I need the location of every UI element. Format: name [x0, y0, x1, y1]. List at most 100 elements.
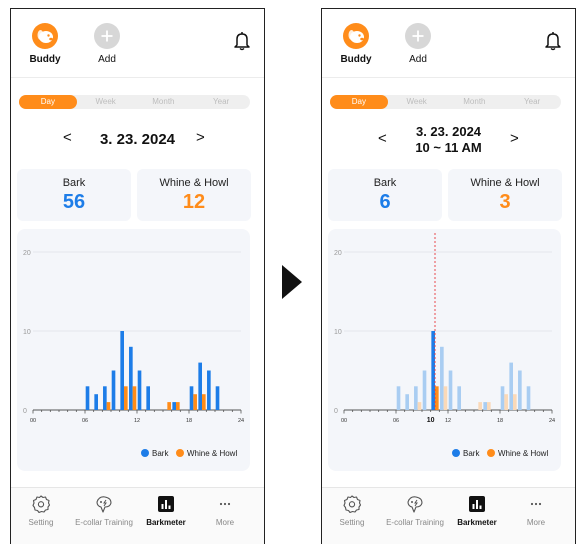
whine-bar[interactable] [106, 402, 111, 410]
bar-chart-icon [141, 494, 191, 514]
bell-icon[interactable] [545, 31, 561, 56]
bark-bar[interactable] [396, 386, 401, 410]
add-pet-button[interactable]: Add [87, 23, 127, 65]
period-tab-day[interactable]: Day [19, 95, 77, 109]
whine-bar[interactable] [176, 402, 180, 410]
bark-label: Bark [62, 177, 86, 189]
legend-bark-swatch [141, 449, 149, 457]
whine-bar[interactable] [443, 386, 448, 410]
add-pet-label: Add [98, 54, 116, 65]
x-tick-label: 00 [30, 418, 36, 424]
nav-barkmeter-label: Barkmeter [457, 518, 497, 527]
nav-setting[interactable]: Setting [332, 494, 372, 527]
whine-bar[interactable] [124, 386, 128, 410]
nav-barkmeter-label: Barkmeter [146, 518, 186, 527]
whine-bar[interactable] [202, 394, 206, 410]
whine-bar[interactable] [193, 394, 197, 410]
bell-icon[interactable] [234, 31, 250, 56]
bark-bar[interactable] [448, 370, 453, 411]
more-dots-icon [205, 494, 245, 514]
bark-bar[interactable] [457, 386, 461, 410]
nav-ecollar-training[interactable]: E-collar Training [71, 494, 137, 527]
bark-count-card: Bark 6 [328, 169, 442, 221]
nav-barkmeter[interactable]: Barkmeter [452, 494, 502, 527]
bark-bar[interactable] [198, 362, 202, 410]
bark-bar[interactable] [518, 370, 522, 411]
bark-bar[interactable] [440, 346, 444, 410]
period-tab-month[interactable]: Month [446, 95, 504, 109]
bark-chart[interactable]: 0 10 20 00 06 12 18 24 Bark Whine & Howl [17, 229, 250, 471]
whine-bar[interactable] [487, 402, 491, 410]
bottom-nav: Setting E-collar Training Barkmeter More [322, 487, 575, 544]
legend-bark-swatch [452, 449, 460, 457]
period-tab-year[interactable]: Year [192, 95, 250, 109]
x-tick-label: 12 [445, 418, 451, 424]
nav-more[interactable]: More [205, 494, 245, 527]
whine-bar[interactable] [504, 394, 508, 410]
bark-bar[interactable] [85, 386, 90, 410]
legend-bark-label: Bark [152, 449, 169, 458]
whine-bar[interactable] [132, 386, 137, 410]
whine-count: 3 [499, 191, 511, 213]
whine-count-card: Whine & Howl 12 [137, 169, 251, 221]
whine-bar[interactable] [435, 386, 439, 410]
nav-more-label: More [215, 518, 235, 527]
pet-name-label: Buddy [29, 54, 61, 65]
bark-bar[interactable] [120, 331, 124, 410]
period-tab-week[interactable]: Week [77, 95, 135, 109]
bark-bar[interactable] [526, 386, 531, 410]
bark-bar[interactable] [129, 346, 133, 410]
nav-setting-label: Setting [28, 518, 54, 527]
bark-bar[interactable] [483, 402, 487, 410]
period-tab-month[interactable]: Month [135, 95, 193, 109]
whine-bar[interactable] [513, 394, 517, 410]
period-tab-day[interactable]: Day [330, 95, 388, 109]
ecollar-icon [71, 494, 137, 514]
bark-bar[interactable] [94, 394, 98, 410]
whine-label: Whine & Howl [470, 177, 540, 189]
next-date-button[interactable]: > [196, 129, 205, 146]
pet-name-label: Buddy [340, 54, 372, 65]
bark-bar[interactable] [172, 402, 176, 410]
add-pet-button[interactable]: Add [398, 23, 438, 65]
y-tick-label: 10 [23, 329, 31, 336]
whine-bar[interactable] [167, 402, 171, 410]
bark-bar[interactable] [103, 386, 107, 410]
whine-bar[interactable] [417, 402, 422, 410]
bark-bar[interactable] [137, 370, 142, 411]
bark-bar[interactable] [207, 370, 211, 411]
bark-bar[interactable] [500, 386, 505, 410]
period-selector: Day Week Month Year [19, 95, 250, 109]
bark-bar[interactable] [215, 386, 220, 410]
nav-barkmeter[interactable]: Barkmeter [141, 494, 191, 527]
pet-buddy[interactable]: Buddy [336, 23, 376, 65]
bark-bar[interactable] [509, 362, 513, 410]
pet-header: Buddy Add [11, 9, 264, 78]
nav-setting[interactable]: Setting [21, 494, 61, 527]
bark-bar[interactable] [189, 386, 194, 410]
nav-ecollar-training[interactable]: E-collar Training [382, 494, 448, 527]
period-tab-week[interactable]: Week [388, 95, 446, 109]
period-tab-year[interactable]: Year [503, 95, 561, 109]
bark-bar[interactable] [146, 386, 150, 410]
bark-bar[interactable] [431, 331, 435, 410]
whine-bar[interactable] [478, 402, 482, 410]
legend-whine-swatch [487, 449, 495, 457]
bark-bar[interactable] [111, 370, 116, 411]
x-tick-label: 18 [497, 418, 503, 424]
pet-buddy[interactable]: Buddy [25, 23, 65, 65]
next-date-button[interactable]: > [510, 130, 519, 147]
bark-bar[interactable] [414, 386, 418, 410]
nav-more[interactable]: More [516, 494, 556, 527]
plus-icon [94, 23, 120, 49]
bark-bar[interactable] [422, 370, 427, 411]
bark-count-card: Bark 56 [17, 169, 131, 221]
bark-label: Bark [373, 177, 397, 189]
time-range-label: 10 ~ 11 AM [415, 140, 482, 155]
bark-count: 6 [379, 191, 391, 213]
bark-chart[interactable]: 0 10 20 00 06 10 12 18 24 Bark Whine & Howl [328, 229, 561, 471]
legend-bark-label: Bark [463, 449, 480, 458]
plus-icon [405, 23, 431, 49]
y-tick-label: 20 [334, 250, 342, 257]
bark-bar[interactable] [405, 394, 409, 410]
